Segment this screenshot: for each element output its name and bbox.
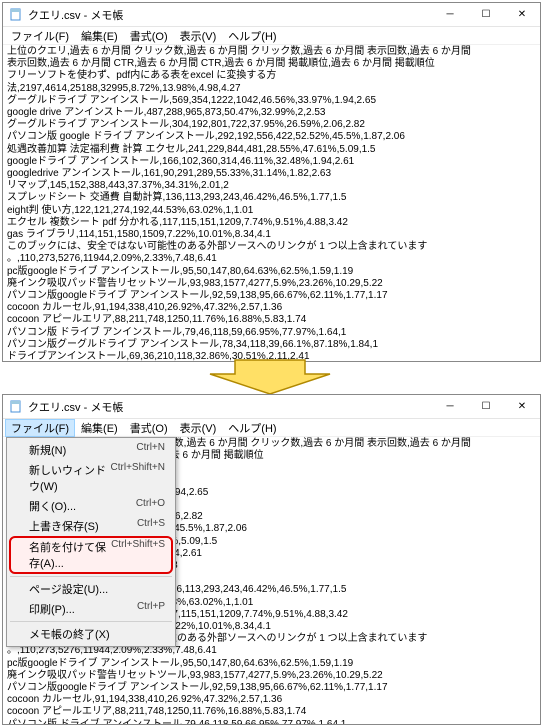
menu-view[interactable]: 表示(V) [174, 419, 223, 437]
maximize-button[interactable]: ☐ [468, 3, 504, 27]
menu-page-setup[interactable]: ページ設定(U)... [9, 579, 173, 599]
menu-format[interactable]: 書式(O) [124, 419, 174, 437]
menu-view[interactable]: 表示(V) [174, 27, 223, 45]
menu-edit[interactable]: 編集(E) [75, 419, 124, 437]
menu-edit[interactable]: 編集(E) [75, 27, 124, 45]
menubar: ファイル(F) 編集(E) 書式(O) 表示(V) ヘルプ(H) [3, 419, 540, 437]
menu-open[interactable]: 開く(O)...Ctrl+O [9, 496, 173, 516]
notepad-window-before: クエリ.csv - メモ帳 ─ ☐ ✕ ファイル(F) 編集(E) 書式(O) … [2, 2, 541, 362]
menu-separator [10, 621, 172, 622]
menu-save-as[interactable]: 名前を付けて保存(A)...Ctrl+Shift+S [9, 536, 173, 574]
titlebar[interactable]: クエリ.csv - メモ帳 ─ ☐ ✕ [3, 3, 540, 27]
notepad-window-after: クエリ.csv - メモ帳 ─ ☐ ✕ ファイル(F) 編集(E) 書式(O) … [2, 394, 541, 725]
maximize-button[interactable]: ☐ [468, 395, 504, 419]
menu-separator [10, 576, 172, 577]
menu-help[interactable]: ヘルプ(H) [222, 419, 282, 437]
menu-file[interactable]: ファイル(F) [5, 419, 75, 437]
menu-file[interactable]: ファイル(F) [5, 27, 75, 45]
close-button[interactable]: ✕ [504, 395, 540, 419]
notepad-icon [9, 400, 23, 414]
arrow-down-icon [0, 356, 543, 396]
window-title: クエリ.csv - メモ帳 [28, 7, 123, 23]
menu-new-window[interactable]: 新しいウィンドウ(W)Ctrl+Shift+N [9, 460, 173, 496]
minimize-button[interactable]: ─ [432, 3, 468, 27]
titlebar[interactable]: クエリ.csv - メモ帳 ─ ☐ ✕ [3, 395, 540, 419]
file-menu-dropdown: 新規(N)Ctrl+N 新しいウィンドウ(W)Ctrl+Shift+N 開く(O… [6, 437, 176, 647]
menu-print[interactable]: 印刷(P)...Ctrl+P [9, 599, 173, 619]
window-title: クエリ.csv - メモ帳 [28, 399, 123, 415]
menu-exit[interactable]: メモ帳の終了(X) [9, 624, 173, 644]
text-content[interactable]: 上位のクエリ,過去 6 か月間 クリック数,過去 6 か月間 クリック数,過去 … [3, 45, 540, 361]
menu-format[interactable]: 書式(O) [124, 27, 174, 45]
menu-help[interactable]: ヘルプ(H) [222, 27, 282, 45]
menu-new[interactable]: 新規(N)Ctrl+N [9, 440, 173, 460]
notepad-icon [9, 8, 23, 22]
minimize-button[interactable]: ─ [432, 395, 468, 419]
menubar: ファイル(F) 編集(E) 書式(O) 表示(V) ヘルプ(H) [3, 27, 540, 45]
menu-save[interactable]: 上書き保存(S)Ctrl+S [9, 516, 173, 536]
close-button[interactable]: ✕ [504, 3, 540, 27]
